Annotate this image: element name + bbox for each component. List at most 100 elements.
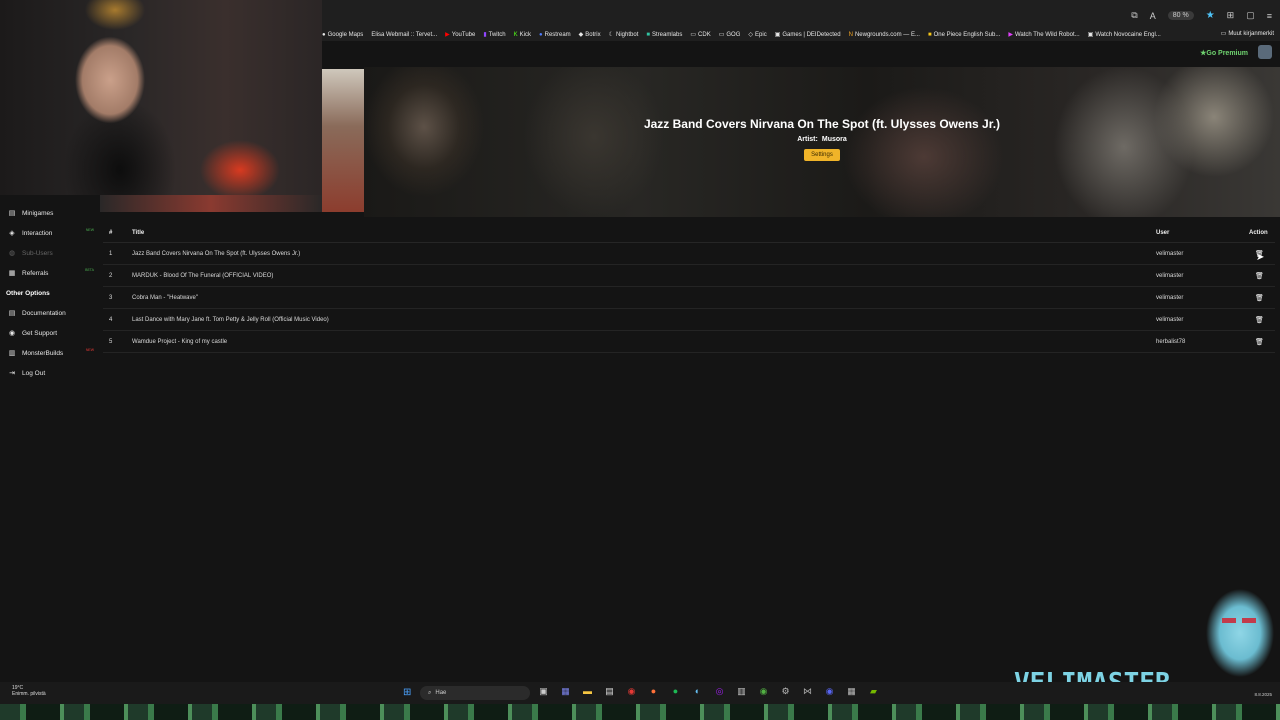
sidebar-item-minigames[interactable]: ▤ Minigames [0, 203, 100, 223]
menu-icon[interactable]: ≡ [1267, 11, 1272, 21]
bookmark-item[interactable]: ▮ Twitch [483, 31, 505, 39]
bookmark-item[interactable]: ◆ Botrix [579, 31, 601, 39]
terminal-icon[interactable]: ▥ [736, 686, 747, 697]
logout-icon: ⇥ [9, 370, 15, 377]
steam-icon[interactable]: ◐ [692, 686, 703, 697]
extensions-icon[interactable]: ⊞ [1227, 10, 1235, 21]
song-title: Jazz Band Covers Nirvana On The Spot (ft… [643, 117, 1001, 131]
table-row[interactable]: 2 MARDUK - Blood Of The Funeral (OFFICIA… [103, 265, 1275, 287]
bookmark-item[interactable]: ● Google Maps [322, 32, 363, 38]
document-icon: ▤ [8, 310, 16, 317]
beta-badge: BETA [85, 268, 94, 272]
sidebar-item-monsterbuilds[interactable]: ▥ MonsterBuilds NEW [0, 343, 100, 363]
avatar[interactable] [1258, 45, 1272, 59]
trash-icon[interactable]: 🗑 [1255, 272, 1264, 280]
teams-icon[interactable]: ▦ [560, 686, 571, 697]
row-user: velimaster [1156, 316, 1184, 323]
sidebar-item-interaction[interactable]: ◈MinigamesInteractionNEW [0, 223, 100, 243]
onepiece-icon: ■ [927, 31, 932, 38]
gog-icon: ▭ [718, 32, 725, 38]
bookmark-item[interactable]: ▣ Watch Novocaine Engl... [1087, 31, 1161, 39]
other-bookmarks[interactable]: ▭ Muut kirjanmerkit [1221, 30, 1274, 38]
row-title: MARDUK - Blood Of The Funeral (OFFICIAL … [132, 272, 274, 279]
translate-icon[interactable]: A [1150, 11, 1156, 21]
trash-icon[interactable]: 🗑 [1255, 294, 1264, 302]
search-input[interactable]: ⌕ Hae [420, 686, 530, 700]
taskbar-apps: ▣ ▦ ▬ ▤ ◉ ● ● ◐ ◎ ▥ ◉ ⚙ ⋈ ◉ ▦ ▰ [538, 686, 879, 697]
table-header: # Title User Action [103, 223, 1275, 243]
discord-icon[interactable]: ◉ [824, 686, 835, 697]
table-row[interactable]: 4 Last Dance with Mary Jane ft. Tom Pett… [103, 309, 1275, 331]
bookmark-item[interactable]: ▶ YouTube [445, 31, 475, 39]
artist-line: Artist: Musora [364, 136, 1280, 143]
bookmark-item[interactable]: ● Restream [539, 32, 571, 38]
sidebar-item-get-support[interactable]: ◉ Get Support [0, 323, 100, 343]
trash-icon[interactable]: 🗑 [1255, 338, 1264, 346]
row-num: 4 [109, 316, 113, 323]
weather-widget[interactable]: 19°C Enimm. pilvistä [12, 685, 46, 697]
bookmark-item[interactable]: ■ One Piece English Sub... [928, 32, 1000, 38]
bookmark-item[interactable]: ☾ Nightbot [609, 31, 639, 39]
bookmark-item[interactable]: ▣ Games | DEIDetected [775, 31, 841, 39]
row-title: Last Dance with Mary Jane ft. Tom Petty … [132, 316, 329, 323]
row-num: 2 [109, 272, 113, 279]
nvidia-icon[interactable]: ▰ [868, 686, 879, 697]
robot-icon: ▶ [1008, 32, 1013, 38]
screenshot-icon[interactable]: ▢ [1246, 10, 1255, 21]
epic-icon: ◇ [748, 32, 754, 38]
referrals-icon: ▦ [8, 270, 16, 277]
sidebar-item-sub-users[interactable]: ◍ Sub-Users [0, 243, 100, 263]
youtube-icon: ▶ [445, 32, 450, 38]
network-icon[interactable]: ⋈ [802, 686, 813, 697]
table-row[interactable]: 5 Wamdue Project - King of my castle her… [103, 331, 1275, 353]
twitch-icon: ▮ [483, 32, 487, 38]
store-icon[interactable]: ▤ [604, 686, 615, 697]
sidebar-item-log-out[interactable]: ⇥ Log Out [0, 363, 100, 383]
song-queue-table: # Title User Action 1 Jazz Band Covers N… [103, 223, 1275, 353]
movie-icon: ▣ [1087, 32, 1094, 38]
toolbar-icons: ⧉ A 80 % ★ ⊞ ▢ ≡ [1131, 10, 1272, 21]
table-row[interactable]: 3 Cobra Man - "Heatwave" velimaster 🗑 [103, 287, 1275, 309]
row-user: velimaster [1156, 250, 1184, 257]
bookmark-item[interactable]: N Newgrounds.com — E... [849, 32, 920, 38]
artist-label: Artist: [797, 136, 818, 143]
obs-icon[interactable]: ◎ [714, 686, 725, 697]
chrome-icon[interactable]: ◉ [626, 686, 637, 697]
globe-icon: ● [322, 31, 326, 38]
bookmark-item[interactable]: ▭ CDK [690, 31, 710, 39]
calculator-icon[interactable]: ▦ [846, 686, 857, 697]
settings-icon[interactable]: ⚙ [780, 686, 791, 697]
file-explorer-icon[interactable]: ▬ [582, 686, 593, 697]
webcam-overlay-secondary [322, 69, 364, 212]
bookmark-item[interactable]: Elisa Webmail :: Tervet... [371, 32, 437, 38]
firefox-icon[interactable]: ● [648, 686, 659, 697]
support-icon: ◉ [8, 330, 16, 337]
bookmark-item[interactable]: ◇ Epic [748, 31, 766, 39]
bookmark-item[interactable]: K Kick [514, 32, 531, 38]
trash-icon[interactable]: 🗑 [1255, 316, 1264, 324]
spotify-icon[interactable]: ● [670, 686, 681, 697]
sidebar-section-title: Other Options [6, 289, 50, 297]
newgrounds-icon: N [848, 31, 853, 38]
go-premium-button[interactable]: ★Go Premium [1200, 49, 1248, 57]
gamepad-icon: ▤ [8, 210, 16, 217]
windows-start-icon[interactable]: ⊞ [403, 687, 411, 698]
xbox-icon[interactable]: ◉ [758, 686, 769, 697]
extension-icon[interactable]: ⧉ [1131, 10, 1137, 21]
bookmark-item[interactable]: ▭ GOG [718, 31, 741, 39]
settings-button[interactable]: Settings [804, 149, 840, 161]
sidebar-item-documentation[interactable]: ▤ Documentation [0, 303, 100, 323]
taskbar-date: 8.8.2025 [1254, 692, 1272, 697]
taskview-icon[interactable]: ▣ [538, 686, 549, 697]
column-header-action: Action [1249, 229, 1268, 236]
builds-icon: ▥ [8, 350, 16, 357]
sidebar-item-referrals[interactable]: ▦ Referrals BETA [0, 263, 100, 283]
row-num: 5 [109, 338, 113, 345]
table-row[interactable]: 1 Jazz Band Covers Nirvana On The Spot (… [103, 243, 1275, 265]
bookmark-item[interactable]: ▶ Watch The Wild Robot... [1008, 31, 1079, 39]
taskbar: 19°C Enimm. pilvistä ⊞ ⌕ Hae ▣ ▦ ▬ ▤ ◉ ● … [0, 682, 1280, 704]
bookmark-star-icon[interactable]: ★ [1206, 10, 1215, 21]
zoom-level[interactable]: 80 % [1167, 11, 1194, 20]
hero-text: Jazz Band Covers Nirvana On The Spot (ft… [364, 117, 1280, 161]
bookmark-item[interactable]: ■ Streamlabs [646, 32, 682, 38]
